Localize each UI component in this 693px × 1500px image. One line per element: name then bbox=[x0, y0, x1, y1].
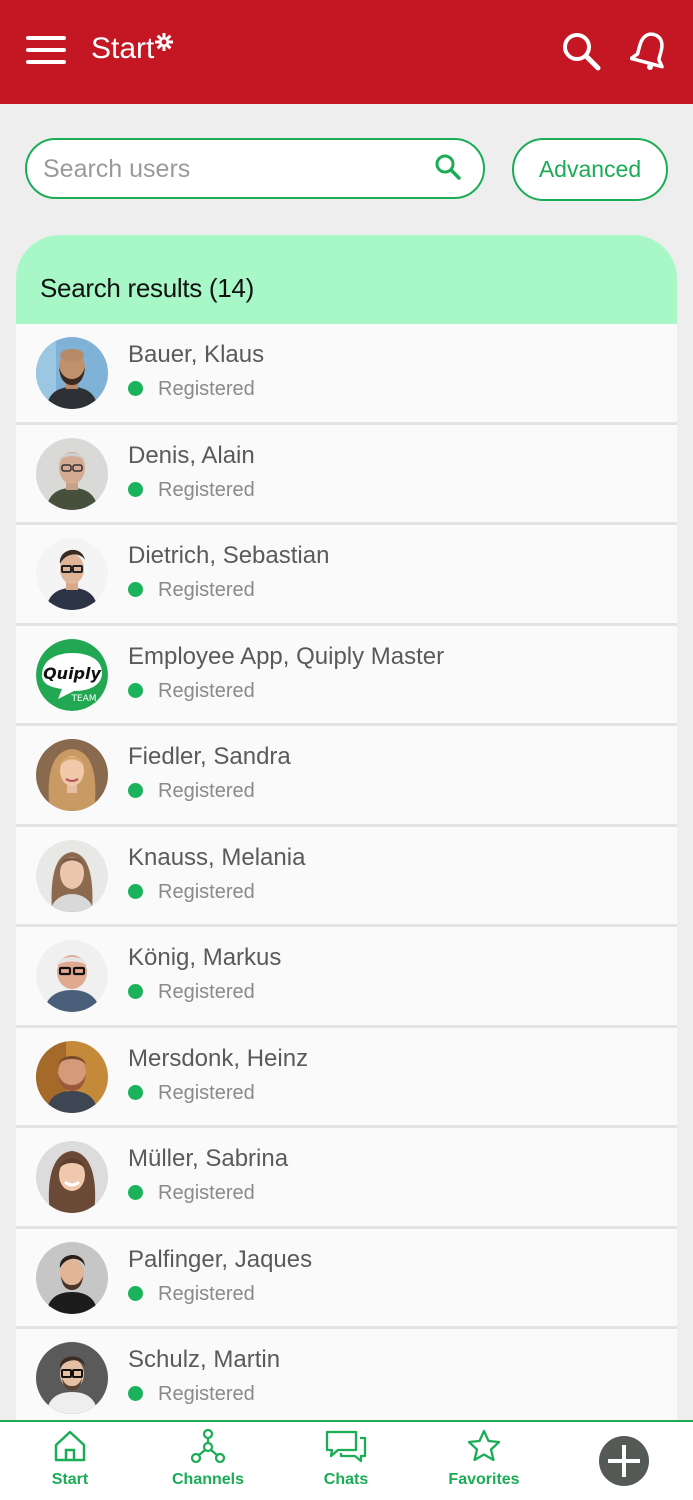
status-indicator bbox=[128, 1084, 143, 1100]
user-status: Registered bbox=[158, 579, 255, 601]
avatar bbox=[36, 437, 108, 510]
search-field bbox=[25, 138, 485, 199]
svg-text:Quiply: Quiply bbox=[43, 664, 101, 683]
list-item[interactable]: Quiply TEAM Employee App, Quiply Master … bbox=[16, 625, 677, 726]
list-item[interactable]: Palfinger, Jaques Registered bbox=[16, 1228, 677, 1329]
user-name: Schulz, Martin bbox=[128, 1346, 281, 1373]
user-status: Registered bbox=[158, 378, 255, 400]
user-name: Knauss, Melania bbox=[128, 843, 306, 871]
advanced-search-button[interactable]: Advanced bbox=[512, 138, 668, 201]
user-name: Denis, Alain bbox=[128, 441, 255, 469]
avatar bbox=[36, 1342, 108, 1414]
list-item[interactable]: Bauer, Klaus Registered bbox=[16, 324, 677, 425]
page-title: Start bbox=[91, 32, 155, 65]
avatar bbox=[36, 940, 108, 1012]
list-item[interactable]: Fiedler, Sandra Registered bbox=[16, 726, 677, 827]
gear-icon[interactable] bbox=[154, 32, 174, 57]
quiply-logo-avatar: Quiply TEAM bbox=[36, 638, 108, 711]
status-indicator bbox=[128, 1185, 143, 1200]
search-input[interactable] bbox=[43, 152, 423, 186]
avatar bbox=[36, 538, 108, 610]
user-name: Mersdonk, Heinz bbox=[128, 1044, 309, 1072]
status-indicator bbox=[128, 883, 143, 899]
user-status: Registered bbox=[158, 679, 255, 702]
plus-icon bbox=[599, 1436, 649, 1486]
home-icon bbox=[54, 1430, 86, 1462]
search-icon[interactable] bbox=[433, 152, 463, 187]
user-name: Dietrich, Sebastian bbox=[128, 542, 330, 569]
status-indicator bbox=[128, 783, 143, 798]
results-header: Search results (14) bbox=[16, 235, 677, 324]
nav-channels-label: Channels bbox=[171, 1471, 244, 1488]
user-name: Palfinger, Jaques bbox=[128, 1245, 313, 1273]
nav-channels[interactable]: Channels bbox=[148, 1428, 268, 1489]
list-item[interactable]: Mersdonk, Heinz Registered bbox=[16, 1027, 677, 1128]
status-indicator bbox=[128, 984, 143, 999]
bottom-navigation: Start Channels Chats Favorites bbox=[0, 1420, 693, 1500]
status-indicator bbox=[128, 381, 143, 396]
search-results-panel: Search results (14) Bauer, Klaus Registe… bbox=[16, 235, 677, 1421]
user-name: Bauer, Klaus bbox=[128, 341, 265, 368]
list-item[interactable]: Müller, Sabrina Registered bbox=[16, 1128, 677, 1229]
svg-text:TEAM: TEAM bbox=[70, 694, 96, 704]
user-name: Müller, Sabrina bbox=[128, 1145, 289, 1172]
user-status: Registered bbox=[158, 780, 255, 802]
nav-chats[interactable]: Chats bbox=[286, 1428, 406, 1489]
nav-start-label: Start bbox=[51, 1471, 89, 1488]
user-status: Registered bbox=[158, 1081, 255, 1104]
avatar bbox=[36, 1241, 108, 1314]
status-indicator bbox=[128, 582, 143, 597]
nav-favorites[interactable]: Favorites bbox=[424, 1428, 544, 1489]
list-item[interactable]: Schulz, Martin Registered bbox=[16, 1329, 677, 1421]
status-indicator bbox=[128, 1285, 143, 1301]
hamburger-menu-icon[interactable] bbox=[26, 36, 66, 66]
avatar bbox=[36, 1141, 108, 1213]
user-status: Registered bbox=[158, 1383, 255, 1405]
list-item[interactable]: Dietrich, Sebastian Registered bbox=[16, 525, 677, 626]
status-indicator bbox=[128, 1386, 143, 1401]
avatar bbox=[36, 839, 108, 912]
list-item[interactable]: Knauss, Melania Registered bbox=[16, 826, 677, 927]
top-app-bar: Start bbox=[0, 0, 693, 104]
avatar bbox=[36, 337, 108, 409]
channels-icon bbox=[190, 1428, 226, 1464]
nav-start[interactable]: Start bbox=[10, 1428, 130, 1489]
user-name: Employee App, Quiply Master bbox=[128, 642, 445, 670]
status-indicator bbox=[128, 481, 143, 497]
user-name: König, Markus bbox=[128, 944, 282, 971]
search-icon[interactable] bbox=[560, 30, 602, 77]
list-item[interactable]: Denis, Alain Registered bbox=[16, 424, 677, 525]
list-item[interactable]: König, Markus Registered bbox=[16, 927, 677, 1028]
avatar bbox=[36, 1040, 108, 1113]
star-icon bbox=[467, 1429, 501, 1462]
user-status: Registered bbox=[158, 478, 255, 501]
bell-icon[interactable] bbox=[629, 30, 670, 77]
user-status: Registered bbox=[158, 981, 255, 1003]
user-status: Registered bbox=[158, 1282, 255, 1305]
status-indicator bbox=[128, 682, 143, 698]
avatar bbox=[36, 739, 108, 811]
chat-bubbles-icon bbox=[325, 1430, 367, 1463]
user-name: Fiedler, Sandra bbox=[128, 743, 291, 770]
user-status: Registered bbox=[158, 1182, 255, 1204]
nav-chats-label: Chats bbox=[323, 1471, 369, 1488]
user-status: Registered bbox=[158, 880, 255, 903]
add-button[interactable] bbox=[598, 1435, 650, 1492]
nav-favorites-label: Favorites bbox=[448, 1471, 520, 1488]
